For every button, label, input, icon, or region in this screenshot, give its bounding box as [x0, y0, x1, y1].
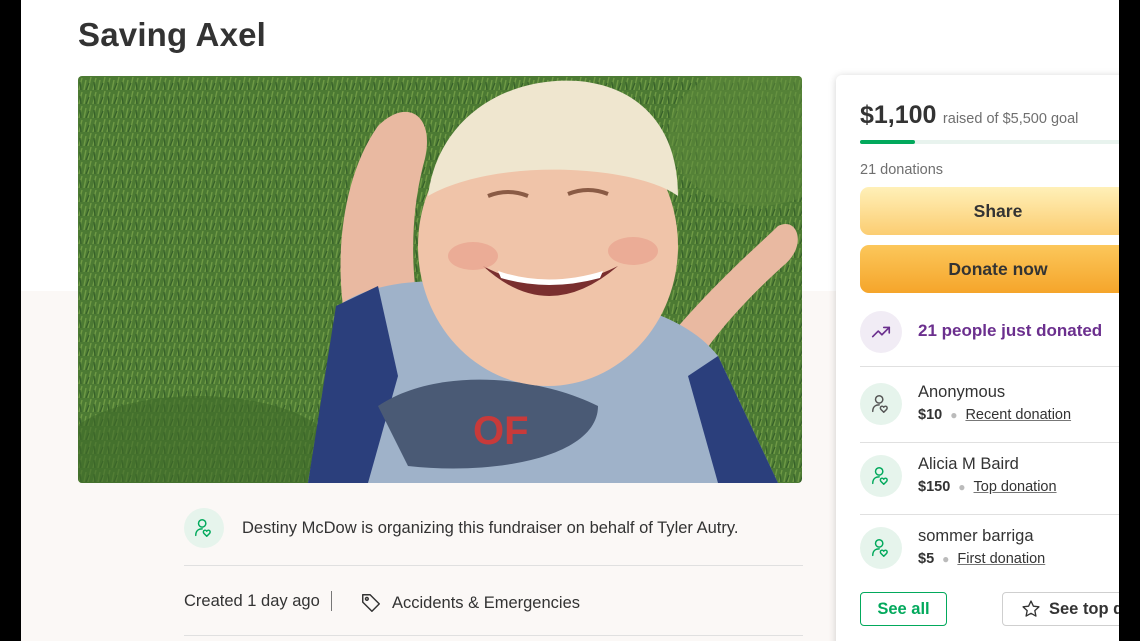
campaign-photo-image: OF — [78, 76, 802, 483]
organizer-text: Destiny McDow is organizing this fundrai… — [242, 519, 739, 537]
tag-icon — [362, 594, 380, 612]
raised-goal: raised of $5,500 goal — [942, 111, 1079, 127]
donation-tag-link[interactable]: First donation — [957, 551, 1045, 567]
see-all-button[interactable]: See all — [860, 592, 947, 626]
left-letterbox — [0, 0, 21, 641]
organizer-row: Destiny McDow is organizing this fundrai… — [184, 508, 803, 566]
donor-details: $10 ● Recent donation — [918, 407, 1071, 423]
heart-hand-icon — [184, 508, 224, 548]
donor-amount: $150 — [918, 479, 951, 495]
donation-card: $1,100 raised of $5,500 goal 21 donation… — [836, 75, 1119, 641]
raised-amount: $1,100 — [860, 101, 937, 129]
separator-dot: ● — [950, 408, 958, 422]
page-title: Saving Axel — [78, 16, 267, 53]
heart-hand-icon — [860, 455, 902, 497]
trending-up-icon — [860, 311, 902, 353]
recent-activity-text: 21 people just donated — [918, 321, 1103, 340]
meta-divider — [331, 591, 332, 611]
svg-text:OF: OF — [473, 409, 529, 453]
donations-count: 21 donations — [860, 162, 944, 178]
donor-name: Anonymous — [918, 383, 1006, 401]
donor-row: Alicia M Baird $150 ● Top donation — [860, 443, 1119, 515]
star-icon — [1022, 600, 1040, 617]
campaign-photo[interactable]: OF — [78, 76, 802, 483]
donation-tag-link[interactable]: Top donation — [974, 479, 1057, 495]
share-button[interactable]: Share — [860, 187, 1119, 235]
category-link[interactable]: Accidents & Emergencies — [360, 592, 580, 614]
progress-bar — [860, 140, 1119, 144]
donation-tag-link[interactable]: Recent donation — [965, 407, 1071, 423]
created-date: Created 1 day ago — [184, 592, 320, 610]
heart-hand-icon — [860, 383, 902, 425]
donor-row: sommer barriga $5 ● First donation — [860, 515, 1119, 587]
donate-now-button[interactable]: Donate now — [860, 245, 1119, 293]
right-letterbox — [1119, 0, 1140, 641]
donor-details: $150 ● Top donation — [918, 479, 1057, 495]
donor-details: $5 ● First donation — [918, 551, 1045, 567]
separator-dot: ● — [942, 552, 950, 566]
donor-amount: $5 — [918, 551, 935, 567]
fundraiser-page: Saving Axel OF Destiny McDow is organizi… — [21, 0, 1119, 641]
donor-amount: $10 — [918, 407, 943, 423]
recent-activity: 21 people just donated — [860, 311, 1119, 367]
see-top-label: See top d — [1049, 599, 1119, 618]
donor-name: Alicia M Baird — [918, 455, 1019, 473]
campaign-meta: Created 1 day ago Accidents & Emergencie… — [184, 566, 803, 636]
heart-hand-icon — [860, 527, 902, 569]
see-top-donations-button[interactable]: See top d — [1002, 592, 1119, 626]
donor-row: Anonymous $10 ● Recent donation — [860, 371, 1119, 443]
separator-dot: ● — [958, 480, 966, 494]
progress-fill — [860, 140, 916, 144]
category-label: Accidents & Emergencies — [392, 593, 581, 612]
raised-summary: $1,100 raised of $5,500 goal — [860, 101, 1078, 130]
donor-name: sommer barriga — [918, 527, 1034, 545]
